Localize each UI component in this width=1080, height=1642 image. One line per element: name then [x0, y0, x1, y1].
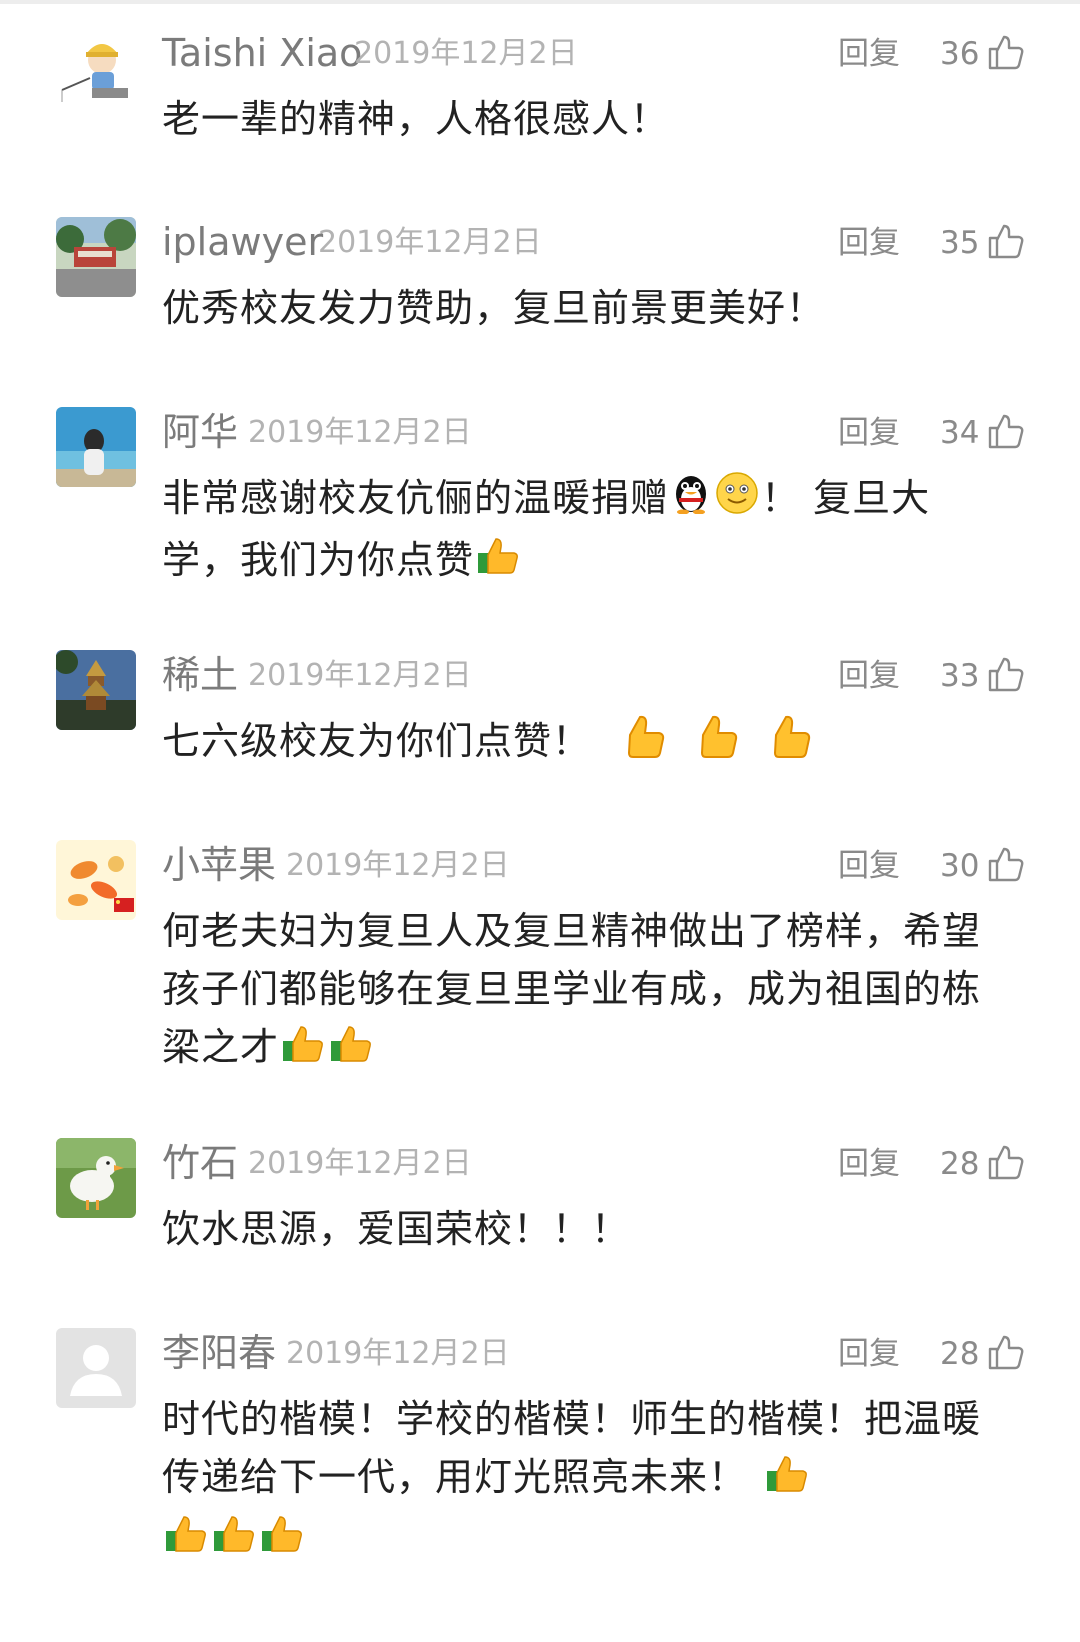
like-count: 28 — [940, 1146, 980, 1182]
username[interactable]: 稀土 — [162, 652, 238, 698]
avatar[interactable] — [56, 840, 136, 920]
smiley-emoji-icon — [715, 471, 759, 531]
username[interactable]: 李阳春 — [162, 1330, 276, 1376]
penguin-emoji-icon — [671, 472, 711, 530]
comment-date: 2019年12月2日 — [248, 1146, 472, 1181]
thumbs-up-emoji-icon — [697, 713, 741, 775]
thumbs-up-icon[interactable] — [986, 32, 1026, 72]
reply-button[interactable]: 回复 — [838, 34, 900, 74]
thumbs-up-icon[interactable] — [986, 221, 1026, 261]
thumbs-up-emoji-icon — [329, 1021, 373, 1079]
username[interactable]: 竹石 — [162, 1140, 238, 1186]
thumbs-up-emoji-icon — [765, 1451, 809, 1509]
username[interactable]: Taishi Xiao — [162, 30, 362, 76]
thumbs-up-icon[interactable] — [986, 654, 1026, 694]
reply-button[interactable]: 回复 — [838, 1144, 900, 1184]
reply-button[interactable]: 回复 — [838, 223, 900, 263]
reply-button[interactable]: 回复 — [838, 413, 900, 453]
thumbs-up-icon[interactable] — [986, 411, 1026, 451]
avatar[interactable] — [56, 28, 136, 108]
comment-text-line: 传递给下一代，用灯光照亮未来！ — [162, 1455, 748, 1499]
like-count: 35 — [940, 225, 980, 261]
thumbs-up-emoji-icon — [281, 1021, 325, 1079]
comment-text: 非常感谢校友伉俪的温暖捐赠 ！ 复旦大学，我们为你点赞 — [162, 469, 1022, 591]
comment-text-line: 何老夫妇为复旦人及复旦精神做出了榜样，希望 — [162, 909, 982, 953]
username[interactable]: 小苹果 — [162, 842, 276, 888]
comment-text-line: 梁之才 — [162, 1025, 280, 1069]
top-divider — [0, 0, 1080, 4]
reply-button[interactable]: 回复 — [838, 846, 900, 886]
thumbs-up-emoji-icon — [164, 1511, 208, 1569]
comment-text: 七六级校友为你们点赞！ — [162, 712, 1022, 775]
comment-text: 老一辈的精神，人格很感人！ — [162, 97, 670, 141]
comment-date: 2019年12月2日 — [248, 415, 472, 450]
thumbs-up-icon[interactable] — [986, 1142, 1026, 1182]
avatar[interactable] — [56, 1328, 136, 1408]
comment-date: 2019年12月2日 — [354, 36, 578, 71]
comment-text: 何老夫妇为复旦人及复旦精神做出了榜样，希望 孩子们都能够在复旦里学业有成，成为祖… — [162, 902, 1022, 1079]
avatar[interactable] — [56, 407, 136, 487]
like-count: 28 — [940, 1336, 980, 1372]
thumbs-up-emoji-icon — [770, 713, 814, 775]
comment-date: 2019年12月2日 — [286, 1336, 510, 1371]
avatar[interactable] — [56, 217, 136, 297]
thumbs-up-emoji-icon — [624, 713, 668, 775]
comment-text-line: 非常感谢校友伉俪的温暖捐赠 — [162, 476, 670, 520]
comment-text-line: 孩子们都能够在复旦里学业有成，成为祖国的栋 — [162, 967, 982, 1011]
like-count: 34 — [940, 415, 980, 451]
like-count: 36 — [940, 36, 980, 72]
thumbs-up-icon[interactable] — [986, 844, 1026, 884]
comment-text-line: 学，我们为你点赞 — [162, 537, 475, 582]
avatar[interactable] — [56, 1138, 136, 1218]
thumbs-up-emoji-icon — [212, 1511, 256, 1569]
reply-button[interactable]: 回复 — [838, 656, 900, 696]
comment-date: 2019年12月2日 — [286, 848, 510, 883]
username[interactable]: iplawyer — [162, 219, 323, 265]
avatar[interactable] — [56, 650, 136, 730]
comment-date: 2019年12月2日 — [248, 658, 472, 693]
comment-text-line: 七六级校友为你们点赞！ — [162, 719, 592, 763]
like-count: 33 — [940, 658, 980, 694]
comment-date: 2019年12月2日 — [318, 225, 542, 260]
username[interactable]: 阿华 — [162, 409, 238, 455]
reply-button[interactable]: 回复 — [838, 1334, 900, 1374]
thumbs-up-emoji-icon — [476, 533, 520, 591]
thumbs-up-emoji-icon — [260, 1511, 304, 1569]
comment-text: 优秀校友发力赞助，复旦前景更美好！ — [162, 286, 826, 330]
thumbs-up-icon[interactable] — [986, 1332, 1026, 1372]
like-count: 30 — [940, 848, 980, 884]
comment-text: 时代的楷模！学校的楷模！师生的楷模！把温暖 传递给下一代，用灯光照亮未来！ — [162, 1390, 1022, 1569]
comment-text: 饮水思源，爱国荣校！！！ — [162, 1207, 631, 1251]
comment-text-tail: ！ 复旦大 — [761, 476, 931, 520]
comment-text-line: 时代的楷模！学校的楷模！师生的楷模！把温暖 — [162, 1397, 982, 1441]
